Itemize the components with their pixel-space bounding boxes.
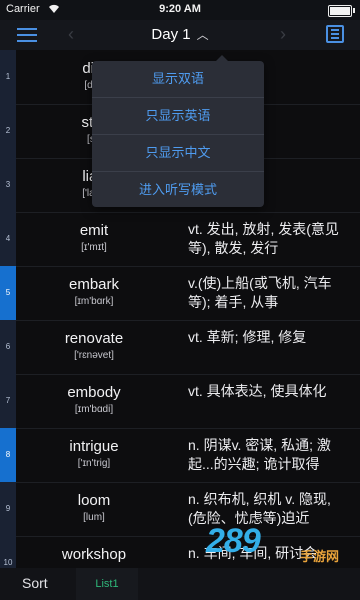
- row-number: 3: [0, 158, 16, 212]
- phonetic-text: [lum]: [83, 512, 105, 523]
- row-number: 5: [0, 266, 16, 320]
- definition-text: vt. 具体表达, 使具体化: [188, 383, 327, 399]
- phonetic-text: [ɪ'mɪt]: [81, 242, 107, 253]
- word-row[interactable]: 4 emit [ɪ'mɪt] vt. 发出, 放射, 发表(意见等), 散发, 发行: [0, 212, 360, 267]
- definition-text: vt. 发出, 放射, 发表(意见等), 散发, 发行: [188, 221, 339, 256]
- row-number: 7: [0, 374, 16, 428]
- bottom-tab-bar: Sort List1: [0, 568, 360, 600]
- definition-text: n. 阴谋v. 密谋, 私通; 激起...的兴趣; 诡计取得: [188, 437, 331, 472]
- phonetic-text: [ɪm'bɑrk]: [74, 296, 114, 307]
- status-time: 9:20 AM: [159, 3, 201, 15]
- word-text: emit: [79, 222, 109, 239]
- row-number: 10: [0, 536, 16, 568]
- definition-text: vt. 革新; 修理, 修复: [188, 329, 307, 345]
- word-text: intrigue: [69, 438, 119, 455]
- row-number: 6: [0, 320, 16, 374]
- word-text: loom: [77, 492, 111, 509]
- watermark-sub: 手游网: [300, 549, 340, 564]
- menu-item[interactable]: 显示双语: [92, 61, 264, 98]
- word-row[interactable]: 8 intrigue ['ɪn'trig] n. 阴谋v. 密谋, 私通; 激起...…: [0, 428, 360, 483]
- tab-list1[interactable]: List1: [76, 568, 138, 600]
- word-text: embark: [68, 276, 120, 293]
- word-row[interactable]: 7 embody [ɪm'bɑdi] vt. 具体表达, 使具体化: [0, 374, 360, 429]
- status-bar: Carrier 9:20 AM: [0, 0, 360, 20]
- battery-icon: [328, 5, 355, 17]
- display-mode-menu: 显示双语 只显示英语 只显示中文 进入听写模式: [92, 55, 264, 208]
- chevron-right-icon[interactable]: ›: [280, 24, 286, 45]
- menu-item[interactable]: 只显示英语: [92, 98, 264, 135]
- definition-text: v.(使)上船(或飞机, 汽车等); 着手, 从事: [188, 275, 332, 310]
- watermark-logo: 289 手游网: [206, 522, 354, 568]
- sort-button[interactable]: Sort: [22, 575, 48, 591]
- nav-bar: ‹ Day 1 ︿ ›: [0, 20, 360, 50]
- nav-title: Day 1: [151, 26, 191, 43]
- word-text: workshop: [61, 546, 127, 563]
- chevron-up-icon: ︿: [196, 28, 209, 42]
- day-selector[interactable]: Day 1 ︿: [0, 26, 360, 43]
- phonetic-text: [ɪm'bɑdi]: [74, 404, 114, 415]
- word-row[interactable]: 5 embark [ɪm'bɑrk] v.(使)上船(或飞机, 汽车等); 着手, 从…: [0, 266, 360, 321]
- row-number: 8: [0, 428, 16, 482]
- row-number: 4: [0, 212, 16, 266]
- word-text: embody: [67, 384, 121, 401]
- list-view-icon[interactable]: [326, 25, 344, 43]
- word-text: renovate: [64, 330, 124, 347]
- row-number: 9: [0, 482, 16, 536]
- menu-item[interactable]: 只显示中文: [92, 135, 264, 172]
- menu-item[interactable]: 进入听写模式: [92, 172, 264, 208]
- phonetic-text: ['rɛnəvet]: [74, 350, 114, 361]
- watermark-main: 289: [206, 522, 261, 560]
- phonetic-text: ['ɪn'trig]: [77, 458, 111, 469]
- row-number: 1: [0, 50, 16, 104]
- word-row[interactable]: 6 renovate ['rɛnəvet] vt. 革新; 修理, 修复: [0, 320, 360, 375]
- row-number: 2: [0, 104, 16, 158]
